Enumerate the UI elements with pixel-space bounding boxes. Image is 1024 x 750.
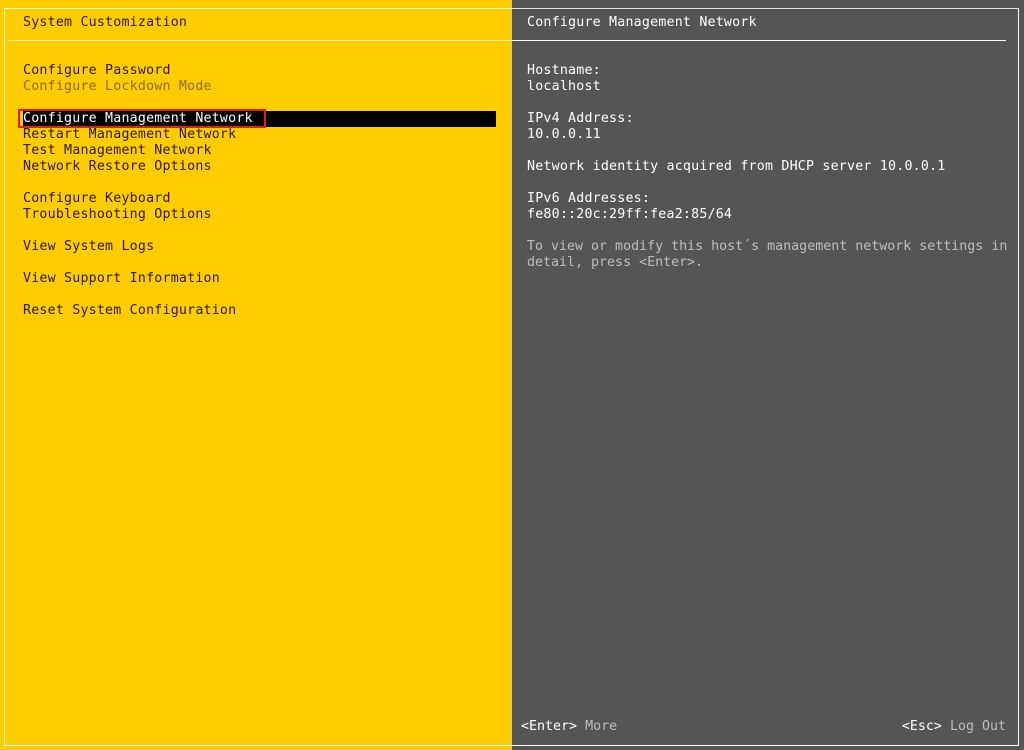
menu-gap <box>23 95 496 111</box>
enter-key-label: <Enter> <box>521 719 578 734</box>
frame-border-left <box>4 8 5 746</box>
ipv4-label: IPv4 Address: <box>527 111 634 126</box>
panel-title-right: Configure Management Network <box>527 15 757 30</box>
menu-item-configure-lockdown-mode[interactable]: Configure Lockdown Mode <box>23 79 496 95</box>
menu-gap <box>23 287 496 303</box>
menu-item-configure-management-network[interactable]: Configure Management Network <box>23 111 496 127</box>
dhcp-note: Network identity acquired from DHCP serv… <box>527 159 946 174</box>
menu-gap <box>23 175 496 191</box>
frame-border-bottom <box>4 745 1018 746</box>
hint-text: To view or modify this host´s management… <box>527 239 1008 270</box>
menu-item-reset-system-configuration[interactable]: Reset System Configuration <box>23 303 496 319</box>
menu-gap <box>23 223 496 239</box>
hostname-label: Hostname: <box>527 63 601 78</box>
more-action-label: More <box>585 719 618 734</box>
panel-title-left: System Customization <box>23 15 188 30</box>
frame-border-top <box>4 8 1018 9</box>
more-shortcut[interactable]: <Enter> More <box>521 719 617 735</box>
menu-item-view-support-information[interactable]: View Support Information <box>23 271 496 287</box>
menu-item-configure-keyboard[interactable]: Configure Keyboard <box>23 191 496 207</box>
frame-border-right <box>1018 8 1019 746</box>
network-info: Hostname: localhost IPv4 Address: 10.0.0… <box>527 63 1017 271</box>
title-separator-left <box>8 40 512 41</box>
customization-menu: Configure Password Configure Lockdown Mod… <box>23 63 496 319</box>
details-panel: Configure Management Network Hostname: l… <box>512 0 1024 750</box>
menu-item-restart-management-network[interactable]: Restart Management Network <box>23 127 496 143</box>
logout-action-label: Log Out <box>949 719 1006 734</box>
ipv4-value: 10.0.0.11 <box>527 127 601 142</box>
menu-item-configure-password[interactable]: Configure Password <box>23 63 496 79</box>
ipv6-label: IPv6 Addresses: <box>527 191 651 206</box>
ipv6-value: fe80::20c:29ff:fea2:85/64 <box>527 207 733 222</box>
menu-gap <box>23 255 496 271</box>
title-separator-right <box>512 40 1006 41</box>
menu-item-test-management-network[interactable]: Test Management Network <box>23 143 496 159</box>
system-customization-panel: System Customization Configure Password C… <box>0 0 512 750</box>
hostname-value: localhost <box>527 79 601 94</box>
esc-key-label: <Esc> <box>901 719 942 734</box>
menu-item-troubleshooting-options[interactable]: Troubleshooting Options <box>23 207 496 223</box>
menu-item-network-restore-options[interactable]: Network Restore Options <box>23 159 496 175</box>
logout-shortcut[interactable]: <Esc> Log Out <box>902 719 1006 735</box>
menu-item-view-system-logs[interactable]: View System Logs <box>23 239 496 255</box>
